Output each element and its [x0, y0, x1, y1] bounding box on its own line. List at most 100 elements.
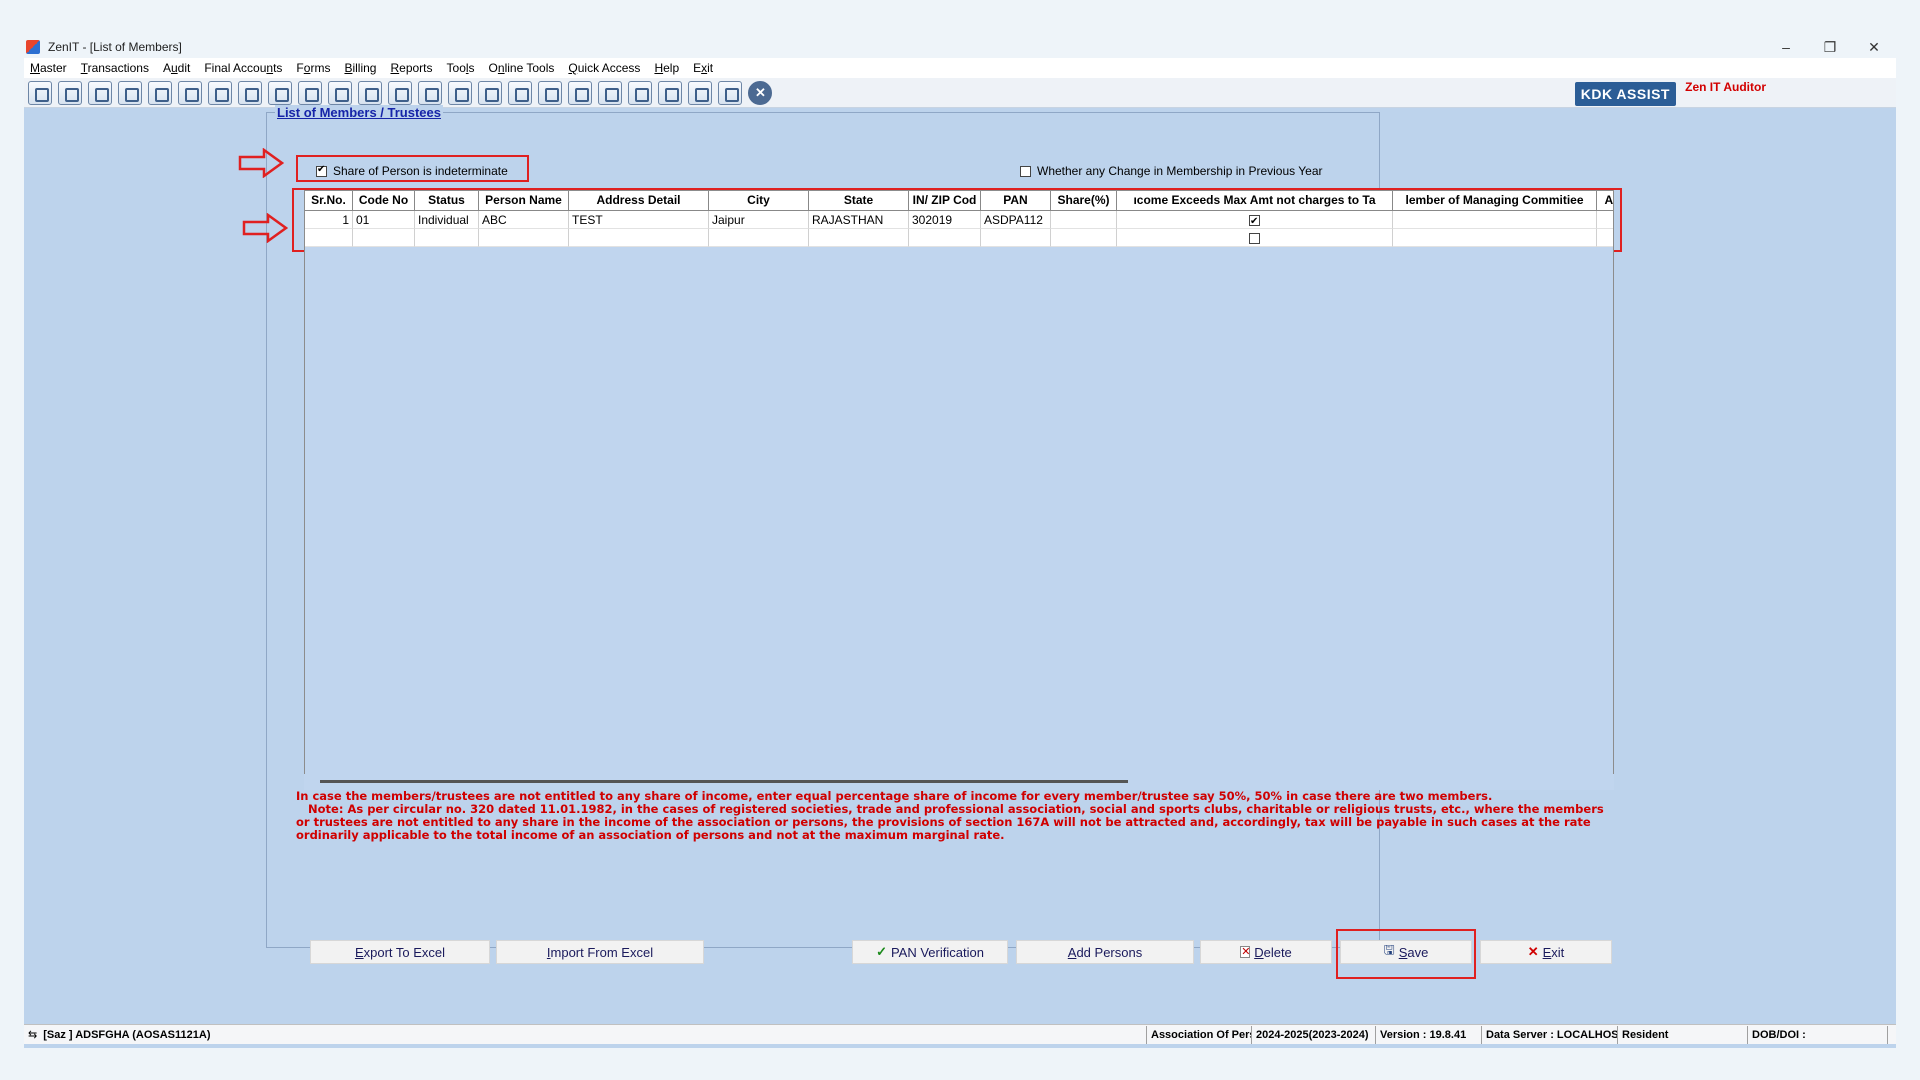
column-header[interactable]: Sr.No.: [305, 191, 353, 210]
table-cell[interactable]: [479, 229, 569, 247]
date-icon[interactable]: [538, 80, 562, 105]
menu-item-exit[interactable]: Exit: [693, 61, 713, 75]
info-icon[interactable]: [448, 80, 472, 105]
table-cell[interactable]: 302019: [909, 211, 981, 229]
table-cell[interactable]: [1393, 229, 1597, 247]
table-cell[interactable]: 1: [305, 211, 353, 229]
calculator-icon[interactable]: [328, 80, 352, 105]
menu-item-master[interactable]: Master: [30, 61, 67, 75]
disc-icon[interactable]: [298, 80, 322, 105]
table-cell[interactable]: [569, 229, 709, 247]
column-header[interactable]: Address Detail: [569, 191, 709, 210]
column-header[interactable]: State: [809, 191, 909, 210]
pan-verification-button[interactable]: ✓ PAN Verification: [852, 940, 1008, 964]
menu-item-reports[interactable]: Reports: [390, 61, 432, 75]
scrollbar-thumb[interactable]: [320, 780, 1128, 783]
book-icon[interactable]: [418, 80, 442, 105]
menu-item-help[interactable]: Help: [654, 61, 679, 75]
table-cell[interactable]: [415, 229, 479, 247]
bar-chart-icon[interactable]: [118, 80, 142, 105]
register-icon[interactable]: [718, 80, 742, 105]
calendar-icon[interactable]: [28, 80, 52, 105]
column-header[interactable]: ıcome Exceeds Max Amt not charges to Ta: [1117, 191, 1393, 210]
table-cell[interactable]: 01: [353, 211, 415, 229]
menu-item-quick-access[interactable]: Quick Access: [568, 61, 640, 75]
table-cell[interactable]: TEST: [569, 211, 709, 229]
add-persons-button[interactable]: Add Persons: [1016, 940, 1194, 964]
menu-item-forms[interactable]: Forms: [296, 61, 330, 75]
delete-button[interactable]: ✕ Delete: [1200, 940, 1332, 964]
change-membership-option[interactable]: Whether any Change in Membership in Prev…: [1020, 164, 1323, 178]
pie-chart-icon[interactable]: [358, 80, 382, 105]
table-cell[interactable]: [1393, 211, 1597, 229]
minimize-icon[interactable]: –: [1764, 36, 1808, 58]
export-label: xport To Excel: [363, 944, 446, 960]
menu-item-tools[interactable]: Tools: [447, 61, 475, 75]
bs-icon[interactable]: [628, 80, 652, 105]
table-cell[interactable]: [1051, 211, 1117, 229]
table-cell[interactable]: [1117, 229, 1393, 247]
pas-icon[interactable]: [388, 80, 412, 105]
table-cell[interactable]: [353, 229, 415, 247]
column-header[interactable]: lember of Managing Commitiee: [1393, 191, 1597, 210]
table-cell[interactable]: [305, 229, 353, 247]
home-icon[interactable]: [58, 80, 82, 105]
table-cell[interactable]: RAJASTHAN: [809, 211, 909, 229]
close-icon[interactable]: ✕: [1852, 36, 1896, 58]
column-header[interactable]: Person Name: [479, 191, 569, 210]
mail-icon[interactable]: [568, 80, 592, 105]
close-circle-icon[interactable]: [748, 80, 772, 105]
members-grid[interactable]: Sr.No. Code No Status Person Name Address De…: [304, 190, 1614, 790]
column-header[interactable]: Share(%): [1051, 191, 1117, 210]
table-cell[interactable]: [1597, 211, 1613, 229]
table-row[interactable]: 1 01 Individual ABC TEST Jaipur RAJASTHAN 30201…: [305, 211, 1613, 229]
import-from-excel-button[interactable]: Import From Excel: [496, 940, 704, 964]
table-cell[interactable]: Jaipur: [709, 211, 809, 229]
table-cell[interactable]: [709, 229, 809, 247]
menu-item-billing[interactable]: Billing: [344, 61, 376, 75]
refresh-icon[interactable]: [598, 80, 622, 105]
kdk-assist-button[interactable]: KDK ASSIST: [1574, 82, 1676, 106]
menu-item-final-accounts[interactable]: Final Accounts: [204, 61, 282, 75]
menu-item-transactions[interactable]: Transactions: [81, 61, 149, 75]
exit-button[interactable]: ✕ Exit: [1480, 940, 1612, 964]
income-exceeds-checkbox[interactable]: [1249, 213, 1260, 228]
table-cell[interactable]: [1051, 229, 1117, 247]
table-cell[interactable]: [1597, 229, 1613, 247]
users-icon[interactable]: [178, 80, 202, 105]
cd-icon[interactable]: [688, 80, 712, 105]
table-cell[interactable]: ASDPA112: [981, 211, 1051, 229]
column-header[interactable]: City: [709, 191, 809, 210]
column-header[interactable]: PAN: [981, 191, 1051, 210]
table-cell[interactable]: [981, 229, 1051, 247]
change-membership-checkbox[interactable]: [1020, 165, 1031, 177]
export-hotkey: E: [354, 944, 364, 960]
table-cell[interactable]: [809, 229, 909, 247]
report-icon[interactable]: [478, 80, 502, 105]
menu-item-online-tools[interactable]: Online Tools: [489, 61, 555, 75]
calendar-grid-icon[interactable]: [148, 80, 172, 105]
column-header[interactable]: Code No: [353, 191, 415, 210]
export-to-excel-button[interactable]: Export To Excel: [310, 940, 490, 964]
table-cell[interactable]: ABC: [479, 211, 569, 229]
document-icon[interactable]: [508, 80, 532, 105]
horizontal-scrollbar[interactable]: [304, 774, 1614, 790]
column-header[interactable]: Admit: [1597, 191, 1614, 210]
column-header[interactable]: Status: [415, 191, 479, 210]
table-row[interactable]: [305, 229, 1613, 247]
save-button[interactable]: 🖫 Save: [1340, 940, 1472, 964]
printer-icon[interactable]: [658, 80, 682, 105]
restore-icon[interactable]: ❐: [1808, 36, 1852, 58]
income-exceeds-checkbox[interactable]: [1249, 233, 1260, 245]
filter-icon[interactable]: [238, 80, 262, 105]
menu-item-audit[interactable]: Audit: [163, 61, 190, 75]
user-switch-icon[interactable]: ⇆: [28, 1026, 37, 1044]
table-cell[interactable]: Individual: [415, 211, 479, 229]
delete-hotkey: D: [1254, 944, 1264, 960]
tax-icon[interactable]: [268, 80, 292, 105]
table-cell[interactable]: [1117, 211, 1393, 229]
tools-icon[interactable]: [208, 80, 232, 105]
column-header[interactable]: IN/ ZIP Cod: [909, 191, 981, 210]
table-cell[interactable]: [909, 229, 981, 247]
building-icon[interactable]: [88, 80, 112, 105]
